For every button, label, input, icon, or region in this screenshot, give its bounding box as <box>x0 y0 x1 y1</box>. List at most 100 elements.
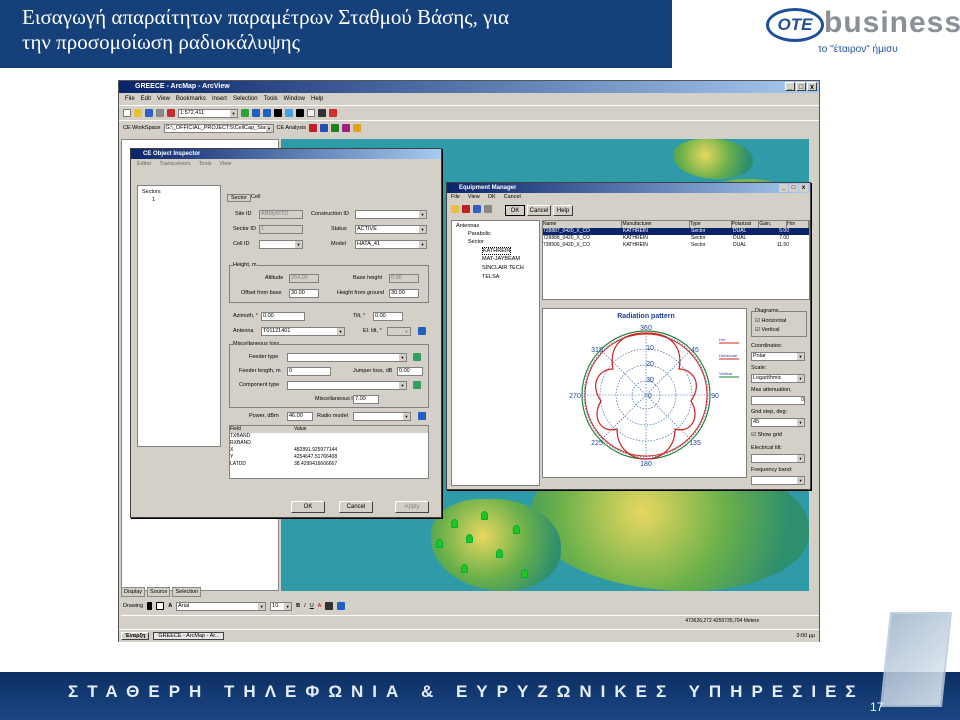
delete-icon[interactable] <box>167 109 175 117</box>
table-row[interactable]: 728888_0420_X_CO KATHREIN Sector DUAL 7.00 <box>543 235 809 242</box>
close-button[interactable]: x <box>807 82 817 91</box>
vertical-checkbox[interactable]: ☑ Vertical <box>755 327 780 333</box>
font-size-select[interactable]: 10 <box>270 601 293 611</box>
tree-mat-jaybeam[interactable]: MAT-JAYBEAM <box>482 256 520 262</box>
menu-view[interactable]: View <box>157 93 170 105</box>
new-icon[interactable] <box>123 109 131 117</box>
status-select[interactable]: ACTIVE <box>355 225 427 234</box>
zoom-out-icon[interactable] <box>263 109 271 117</box>
radio-model-select[interactable] <box>353 412 411 421</box>
grid-row[interactable]: LATDD 38.4299416666667 <box>230 461 428 468</box>
eq-delete-icon[interactable] <box>462 205 470 213</box>
table-row[interactable]: 739506_0420_X_CO KATHREIN Sector DUAL 11.50 <box>543 242 809 249</box>
misc-loss-field[interactable]: 7.00 <box>353 395 379 404</box>
eq-open-icon[interactable] <box>451 205 459 213</box>
tab-cell[interactable]: Cell <box>251 194 260 200</box>
horizontal-checkbox[interactable]: ☑ Horizontal <box>755 318 786 324</box>
inspector-menu-editor[interactable]: Editor <box>137 159 151 169</box>
col-type[interactable]: Type <box>689 221 732 228</box>
col-gain[interactable]: Gain, <box>759 221 788 228</box>
inspector-menu-view[interactable]: View <box>220 159 232 169</box>
menu-window[interactable]: Window <box>284 93 305 105</box>
select-arrow-icon[interactable] <box>296 109 304 117</box>
feeder-edit-icon[interactable] <box>413 353 421 361</box>
radio-browse-icon[interactable] <box>418 412 426 420</box>
inspector-menu-transceivers[interactable]: Transceivers <box>159 159 190 169</box>
font-color-icon[interactable]: A <box>318 603 322 609</box>
link-icon[interactable] <box>341 124 350 132</box>
identify-icon[interactable] <box>307 109 315 117</box>
menu-help[interactable]: Help <box>311 93 323 105</box>
drawing-menu[interactable]: Drawing <box>123 603 143 609</box>
azimuth-field[interactable]: 0.00 <box>261 312 305 321</box>
jumper-loss-field[interactable]: 0.00 <box>397 367 423 376</box>
tree-sector[interactable]: Sector <box>468 239 484 245</box>
col-hor[interactable]: Hor <box>787 221 809 228</box>
coverage-icon[interactable] <box>330 124 339 132</box>
grid-step-select[interactable]: 45 <box>751 418 805 427</box>
col-name[interactable]: Name <box>543 221 623 228</box>
cell-id-select[interactable] <box>259 240 303 249</box>
tab-sector[interactable]: Sector <box>227 194 251 202</box>
pan-icon[interactable] <box>274 109 282 117</box>
scale-select[interactable]: Logarithmic <box>751 374 805 383</box>
construction-id-select[interactable] <box>355 210 427 219</box>
power-field[interactable]: 46.00 <box>287 412 313 421</box>
col-polarization[interactable]: Polarizat <box>731 221 760 228</box>
pointer-icon[interactable] <box>147 602 153 610</box>
open-icon[interactable] <box>134 109 142 117</box>
antenna-browse-icon[interactable] <box>418 327 426 335</box>
tree-parabolic[interactable]: Parabolic <box>468 231 491 237</box>
italic-button[interactable]: I <box>304 603 306 609</box>
inspector-cancel-button[interactable]: Cancel <box>339 501 373 513</box>
add-data-icon[interactable] <box>241 109 249 117</box>
menu-insert[interactable]: Insert <box>212 93 227 105</box>
tilt-field[interactable]: 0.00 <box>373 312 403 321</box>
coordinates-select[interactable]: Polar <box>751 352 805 361</box>
workspace-select[interactable]: G:\_OFFICIAL_PROJECTS\CellCap_States <box>163 123 274 133</box>
feeder-length-field[interactable]: 0 <box>287 367 331 376</box>
eq-properties-icon[interactable] <box>484 205 492 213</box>
frequency-band-select[interactable] <box>751 476 805 485</box>
eq-menu-view[interactable]: View <box>468 193 480 202</box>
tab-source[interactable]: Source <box>147 587 171 597</box>
col-manufacturer[interactable]: Manufacturer <box>622 221 690 228</box>
component-edit-icon[interactable] <box>413 381 421 389</box>
rectangle-icon[interactable] <box>156 602 165 610</box>
menu-file[interactable]: File <box>125 93 135 105</box>
menu-tools[interactable]: Tools <box>264 93 278 105</box>
globe-icon[interactable] <box>285 109 293 117</box>
height-ground-field[interactable]: 30.00 <box>389 289 419 298</box>
report-icon[interactable] <box>352 124 361 132</box>
model-select[interactable]: HATA_41 <box>355 240 427 249</box>
taskbar-arcmap-item[interactable]: GREECE - ArcMap - Ar... <box>153 632 225 640</box>
tree-sector-1[interactable]: 1 <box>152 197 155 203</box>
grid-row[interactable]: X 482891.925977144 <box>230 447 428 454</box>
inspector-menu-tools[interactable]: Tools <box>199 159 212 169</box>
antenna-select[interactable]: T01121401 <box>261 327 345 336</box>
start-button[interactable]: Έναρξη <box>121 632 150 640</box>
font-select[interactable]: Arial <box>176 601 267 611</box>
measure-icon[interactable] <box>318 109 326 117</box>
eq-menu-cancel[interactable]: Cancel <box>504 193 521 202</box>
eq-ok-button[interactable]: OK <box>505 205 525 216</box>
inspector-apply-button[interactable]: Apply <box>395 501 429 513</box>
site-icon[interactable] <box>319 124 328 132</box>
eq-minimize-button[interactable]: _ <box>779 184 788 192</box>
fill-color-icon[interactable] <box>325 602 334 610</box>
tree-sectors[interactable]: Sectors <box>142 189 161 195</box>
line-color-icon[interactable] <box>337 602 346 610</box>
minimize-button[interactable]: _ <box>785 82 795 91</box>
maximize-button[interactable]: □ <box>796 82 806 91</box>
sector-id-field[interactable]: 1 <box>259 225 303 234</box>
eq-help-button[interactable]: Help <box>553 205 573 216</box>
scale-select[interactable]: 1:572,411 <box>178 108 238 118</box>
electrical-tilt-select[interactable] <box>751 454 805 463</box>
hyperlink-icon[interactable] <box>329 109 337 117</box>
grid-row[interactable]: TXBAND <box>230 433 428 440</box>
menu-selection[interactable]: Selection <box>233 93 258 105</box>
print-icon[interactable] <box>156 109 164 117</box>
grid-row[interactable]: Y 4254647.51766408 <box>230 454 428 461</box>
bold-button[interactable]: B <box>296 603 300 609</box>
eq-maximize-button[interactable]: □ <box>789 184 798 192</box>
